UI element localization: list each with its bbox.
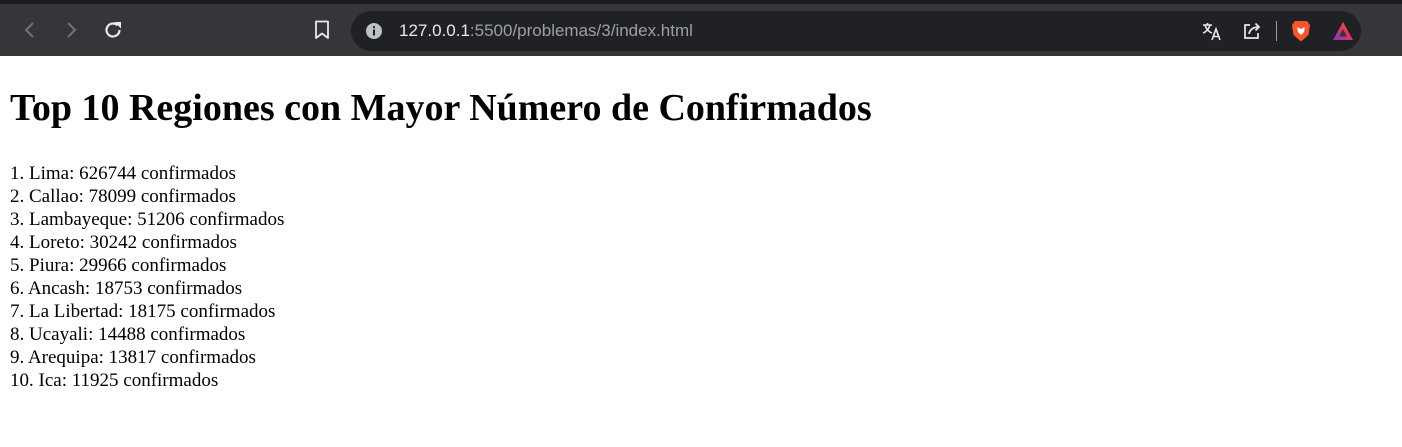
translate-icon — [1202, 23, 1221, 41]
list-item: 3. Lambayeque: 51206 confirmados — [10, 209, 285, 230]
reload-button[interactable] — [101, 18, 125, 42]
back-icon — [24, 22, 34, 38]
share-button[interactable] — [1240, 19, 1264, 43]
share-icon — [1244, 22, 1261, 39]
list-item: 5. Piura: 29966 confirmados — [10, 255, 227, 276]
brave-rewards-button[interactable] — [1331, 19, 1355, 43]
brave-shields-icon — [1292, 21, 1310, 42]
list-item: 4. Loreto: 30242 confirmados — [10, 232, 237, 253]
list-item: 9. Arequipa: 13817 confirmados — [10, 347, 256, 368]
brave-shields-button[interactable] — [1289, 19, 1313, 43]
page-content: Top 10 Regiones con Mayor Número de Conf… — [0, 86, 1402, 392]
list-item: 7. La Libertad: 18175 confirmados — [10, 301, 276, 322]
url-path: :5500/problemas/3/index.html — [469, 21, 693, 40]
regions-list: 1. Lima: 626744 confirmados 2. Callao: 7… — [10, 162, 1392, 392]
brave-rewards-icon — [1333, 22, 1353, 40]
list-item: 8. Ucayali: 14488 confirmados — [10, 324, 246, 345]
toolbar-separator — [1276, 21, 1277, 41]
list-item: 1. Lima: 626744 confirmados — [10, 163, 236, 184]
page-title: Top 10 Regiones con Mayor Número de Conf… — [10, 87, 872, 129]
list-item: 2. Callao: 78099 confirmados — [10, 186, 236, 207]
list-item: 10. Ica: 11925 confirmados — [10, 370, 219, 391]
address-bar-actions — [1200, 11, 1361, 51]
url-text[interactable]: 127.0.0.1:5500/problemas/3/index.html — [399, 21, 693, 41]
url-host: 127.0.0.1 — [399, 21, 470, 40]
list-item: 6. Ancash: 18753 confirmados — [10, 278, 243, 299]
bookmark-icon — [315, 20, 329, 39]
back-button[interactable] — [18, 18, 42, 42]
bookmark-button[interactable] — [311, 18, 333, 42]
forward-button[interactable] — [59, 18, 83, 42]
translate-button[interactable] — [1200, 19, 1224, 43]
site-info-button[interactable] — [365, 22, 383, 40]
address-bar[interactable]: 127.0.0.1:5500/problemas/3/index.html — [351, 11, 1361, 51]
browser-toolbar: 127.0.0.1:5500/problemas/3/index.html — [0, 4, 1402, 56]
reload-icon — [105, 22, 121, 38]
site-info-icon — [366, 23, 382, 39]
forward-icon — [67, 22, 77, 38]
